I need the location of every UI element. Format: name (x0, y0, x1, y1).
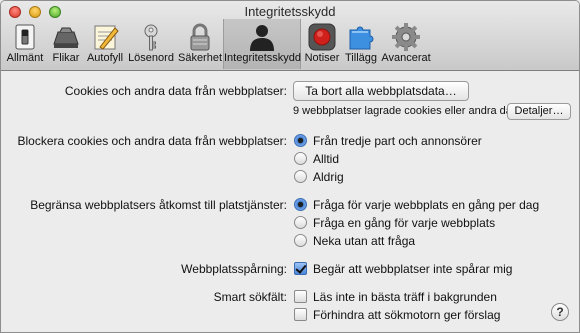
smart-search-label: Smart sökfält: (213, 290, 287, 304)
toolbar-label-advanced: Avancerat (381, 52, 431, 64)
option-label: Läs inte in bästa träff i bakgrunden (313, 290, 497, 304)
lock-icon (190, 23, 210, 51)
radio-button[interactable] (294, 134, 307, 147)
website-tracking-label: Webbplatsspårning: (181, 262, 287, 276)
radio-button[interactable] (294, 198, 307, 211)
gear-icon (392, 23, 420, 51)
toolbar-label-notifications: Notiser (304, 52, 340, 64)
toolbar-label-autofill: Autofyll (86, 52, 124, 64)
notification-icon (308, 23, 336, 51)
option-label: Från tredje part och annonsörer (313, 134, 482, 148)
preferences-window: Integritetsskydd Allmänt Flikar Autofyll… (0, 0, 580, 333)
option-label: Förhindra att sökmotorn ger förslag (313, 308, 501, 322)
toolbar-item-security[interactable]: Säkerhet (177, 19, 223, 69)
window-title: Integritetsskydd (244, 4, 336, 19)
toolbar-item-passwords[interactable]: Lösenord (125, 19, 177, 69)
location-access-label: Begränsa webbplatsers åtkomst till plats… (30, 198, 287, 212)
checkbox[interactable] (294, 262, 307, 275)
switch-icon (15, 24, 35, 50)
key-icon (144, 24, 158, 51)
pencil-form-icon (94, 25, 119, 50)
stored-cookies-note: 9 webbplatser lagrade cookies eller andr… (293, 105, 522, 117)
help-button[interactable]: ? (551, 303, 569, 321)
radio-button[interactable] (294, 170, 307, 183)
block-cookies-label: Blockera cookies och andra data från web… (17, 134, 288, 148)
option-label: Begär att webbplatser inte spårar mig (313, 262, 513, 276)
radio-button[interactable] (294, 234, 307, 247)
toolbar-item-tabs[interactable]: Flikar (47, 19, 85, 69)
checkbox[interactable] (294, 290, 307, 303)
option-label: Aldrig (313, 170, 344, 184)
toolbar-label-extensions: Tillägg (345, 52, 377, 64)
radio-button[interactable] (294, 216, 307, 229)
toolbar-label-privacy: Integritetsskydd (224, 52, 302, 64)
toolbar-label-general: Allmänt (6, 52, 44, 64)
toolbar-label-passwords: Lösenord (128, 52, 174, 64)
silhouette-icon (250, 25, 274, 51)
toolbar-item-autofill[interactable]: Autofyll (85, 19, 125, 69)
option-label: Fråga en gång för varje webbplats (313, 216, 496, 230)
radio-button[interactable] (294, 152, 307, 165)
option-label: Alltid (313, 152, 340, 166)
toolbar-label-security: Säkerhet (177, 52, 223, 64)
tabs-icon (53, 27, 79, 48)
privacy-pane: Cookies och andra data från webbplatser:… (1, 71, 579, 332)
toolbar-item-privacy[interactable]: Integritetsskydd (223, 19, 301, 69)
checkbox[interactable] (294, 308, 307, 321)
option-label: Neka utan att fråga (313, 234, 416, 248)
toolbar-item-notifications[interactable]: Notiser (303, 19, 341, 69)
cookies-label: Cookies och andra data från webbplatser: (64, 84, 287, 98)
toolbar-item-advanced[interactable]: Avancerat (381, 19, 431, 69)
details-button[interactable]: Detaljer… (507, 103, 571, 120)
toolbar-label-tabs: Flikar (52, 52, 80, 64)
toolbar-item-general[interactable]: Allmänt (3, 19, 47, 69)
titlebar: Integritetsskydd Allmänt Flikar Autofyll… (1, 1, 579, 71)
option-label: Fråga för varje webbplats en gång per da… (313, 198, 540, 212)
toolbar-item-extensions[interactable]: Tillägg (341, 19, 381, 69)
remove-all-website-data-button[interactable]: Ta bort alla webbplatsdata… (293, 81, 469, 101)
puzzle-icon (349, 26, 374, 50)
